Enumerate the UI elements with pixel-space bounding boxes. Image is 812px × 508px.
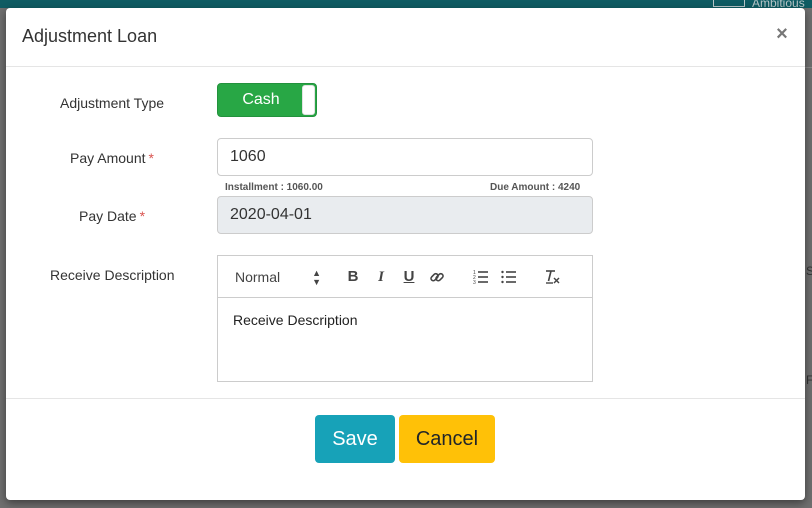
editor-toolbar: Normal ▲ ▼ B I U 1 2 3: [218, 256, 592, 298]
pay-date-input[interactable]: [217, 196, 593, 234]
modal-title: Adjustment Loan: [22, 26, 158, 46]
background-topbar: [0, 0, 812, 8]
rich-text-editor: Normal ▲ ▼ B I U 1 2 3 Receive Descripti…: [217, 255, 593, 382]
chevron-updown-icon: ▲ ▼: [312, 268, 321, 287]
cancel-button[interactable]: Cancel: [399, 415, 495, 463]
modal-footer: Save Cancel: [6, 398, 805, 500]
background-letter: F: [806, 373, 812, 387]
style-select-value: Normal: [235, 269, 281, 285]
underline-icon[interactable]: U: [401, 266, 417, 288]
background-divider: [805, 67, 812, 68]
installment-note: Installment : 1060.00: [225, 182, 323, 193]
due-amount-note: Due Amount : 4240: [490, 182, 581, 193]
adjustment-type-toggle[interactable]: Cash: [217, 83, 317, 117]
ordered-list-icon[interactable]: 1 2 3: [472, 266, 490, 288]
adjustment-type-label: Adjustment Type: [60, 95, 165, 111]
clear-format-icon[interactable]: [543, 266, 561, 288]
bold-icon[interactable]: B: [345, 266, 361, 288]
receive-description-label: Receive Description: [50, 267, 175, 283]
adjustment-loan-modal: Adjustment Loan × Adjustment Type Cash P…: [6, 8, 805, 500]
link-icon[interactable]: [429, 266, 445, 288]
toggle-label: Cash: [242, 91, 280, 108]
toggle-knob[interactable]: [302, 85, 315, 115]
bullet-list-icon[interactable]: [500, 266, 518, 288]
required-mark: *: [139, 208, 146, 224]
modal-header: Adjustment Loan ×: [6, 8, 805, 67]
background-topbar-icon: [713, 0, 745, 7]
required-mark: *: [148, 150, 154, 166]
background-letter: S: [806, 264, 812, 278]
save-button[interactable]: Save: [315, 415, 395, 463]
editor-content[interactable]: Receive Description: [233, 312, 358, 328]
pay-amount-input[interactable]: [217, 138, 593, 176]
close-icon[interactable]: ×: [772, 23, 792, 45]
italic-icon[interactable]: I: [373, 266, 389, 288]
style-select[interactable]: Normal ▲ ▼: [235, 266, 321, 288]
svg-text:3: 3: [473, 280, 476, 285]
pay-amount-label: Pay Amount *: [70, 150, 154, 166]
pay-date-label: Pay Date *: [79, 208, 146, 224]
